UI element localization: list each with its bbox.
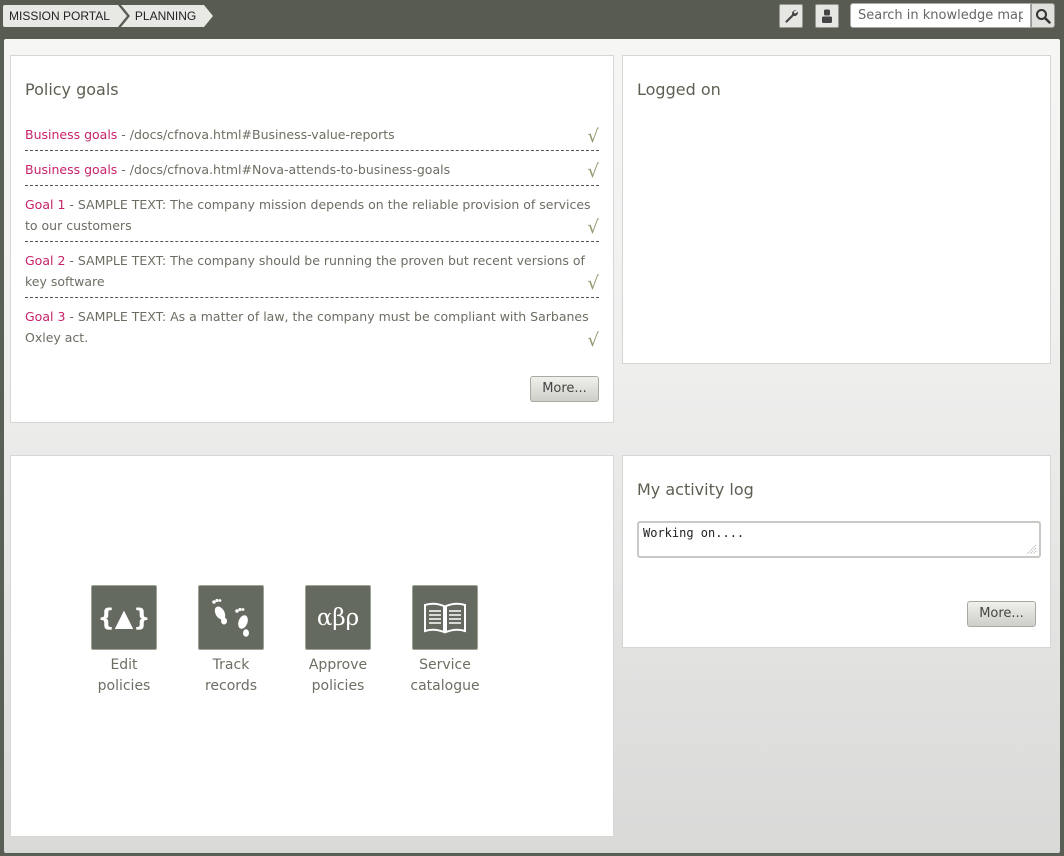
goal-item: Business goals - /docs/cfnova.html#Nova-… xyxy=(25,159,599,186)
goal-item: Goal 1 - SAMPLE TEXT: The company missio… xyxy=(25,194,599,242)
main-content: Policy goals Business goals - /docs/cfno… xyxy=(4,39,1060,853)
search-input[interactable] xyxy=(850,3,1031,28)
user-icon xyxy=(822,9,832,23)
open-book-icon[interactable] xyxy=(412,585,478,650)
open-book-icon xyxy=(424,602,466,633)
edit-policies-icon[interactable]: {▲} xyxy=(91,585,157,650)
check-icon: √ xyxy=(587,217,599,238)
wrench-icon xyxy=(785,10,798,23)
service-catalogue-app[interactable]: Service catalogue xyxy=(400,585,490,697)
activity-log-panel: My activity log Working on.... More... xyxy=(622,455,1051,648)
goal-text: - SAMPLE TEXT: The company mission depen… xyxy=(25,197,591,233)
check-icon: √ xyxy=(587,273,599,294)
footprints-icon xyxy=(212,598,249,637)
approve-policies-app[interactable]: αβρ Approve policies xyxy=(293,585,383,697)
footprints-icon[interactable] xyxy=(198,585,264,650)
policy-goals-title: Policy goals xyxy=(25,80,119,99)
logged-on-title: Logged on xyxy=(637,80,721,99)
goal-link[interactable]: Goal 1 xyxy=(25,197,65,212)
goal-link[interactable]: Goal 3 xyxy=(25,309,65,324)
goal-text: - SAMPLE TEXT: The company should be run… xyxy=(25,253,585,289)
greek-letters-icon[interactable]: αβρ xyxy=(305,585,371,650)
policy-goals-more-button[interactable]: More... xyxy=(530,376,599,402)
goal-link[interactable]: Business goals xyxy=(25,127,117,142)
breadcrumb-planning[interactable]: PLANNING xyxy=(120,5,214,27)
app-label: Approve policies xyxy=(308,657,368,694)
breadcrumb: MISSION PORTAL PLANNING xyxy=(3,5,214,27)
search-button[interactable] xyxy=(1031,3,1055,28)
app-label: Track records xyxy=(204,657,257,694)
edit-policies-app[interactable]: {▲} Edit policies xyxy=(79,585,169,697)
activity-log-input[interactable]: Working on.... xyxy=(637,521,1041,558)
goal-text: - /docs/cfnova.html#Nova-attends-to-busi… xyxy=(117,162,451,177)
check-icon: √ xyxy=(587,161,599,182)
logged-on-panel: Logged on xyxy=(622,55,1051,364)
search-icon xyxy=(1036,8,1051,24)
goal-link[interactable]: Business goals xyxy=(25,162,117,177)
breadcrumb-mission-portal[interactable]: MISSION PORTAL xyxy=(3,5,127,27)
activity-log-more-button[interactable]: More... xyxy=(967,601,1036,627)
check-icon: √ xyxy=(587,126,599,147)
settings-button[interactable] xyxy=(779,4,803,28)
activity-log-title: My activity log xyxy=(637,480,754,499)
apps-panel: {▲} Edit policies Track records αβρ Appr… xyxy=(10,455,614,837)
goal-text: - /docs/cfnova.html#Business-value-repor… xyxy=(117,127,395,142)
goal-item: Goal 3 - SAMPLE TEXT: As a matter of law… xyxy=(25,306,599,354)
check-icon: √ xyxy=(587,330,599,351)
goal-link[interactable]: Goal 2 xyxy=(25,253,65,268)
app-label: Edit policies xyxy=(97,657,151,694)
goal-item: Business goals - /docs/cfnova.html#Busin… xyxy=(25,124,599,151)
user-button[interactable] xyxy=(815,4,839,28)
policy-goals-panel: Policy goals Business goals - /docs/cfno… xyxy=(10,55,614,423)
track-records-app[interactable]: Track records xyxy=(186,585,276,697)
goal-item: Goal 2 - SAMPLE TEXT: The company should… xyxy=(25,250,599,298)
goal-text: - SAMPLE TEXT: As a matter of law, the c… xyxy=(25,309,589,345)
top-bar: MISSION PORTAL PLANNING xyxy=(0,0,1064,39)
resize-grip-icon[interactable] xyxy=(1025,544,1037,554)
app-label: Service catalogue xyxy=(410,657,480,694)
